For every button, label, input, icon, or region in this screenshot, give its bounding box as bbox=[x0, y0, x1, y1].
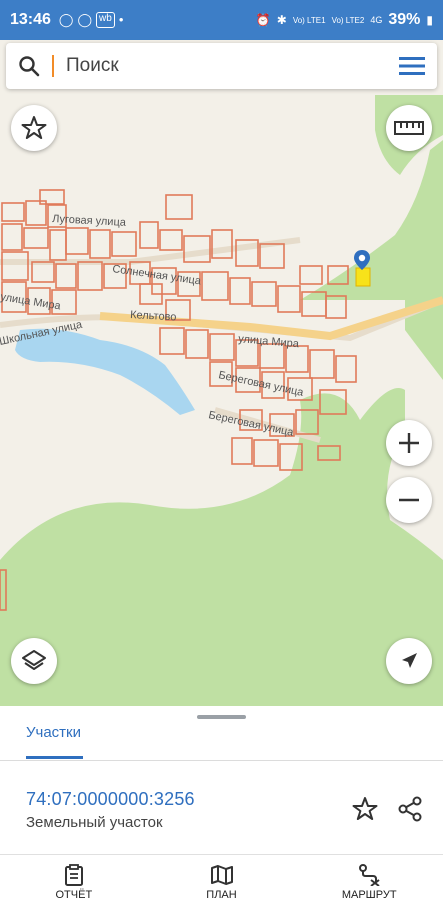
share-button[interactable] bbox=[395, 794, 425, 824]
nav-plan-label: ПЛАН bbox=[206, 889, 237, 901]
status-time: 13:46 bbox=[10, 11, 51, 28]
network-label-1: Vo) LTE1 bbox=[292, 15, 326, 25]
route-icon bbox=[359, 864, 380, 886]
search-input[interactable] bbox=[52, 55, 387, 77]
wb-icon: wb bbox=[96, 12, 115, 28]
search-icon[interactable] bbox=[6, 55, 52, 77]
notification-icons: ◯ ◯ wb • bbox=[59, 12, 123, 28]
whatsapp-icon: ◯ bbox=[77, 12, 93, 27]
divider bbox=[0, 760, 443, 761]
zoom-out-button[interactable] bbox=[386, 477, 432, 523]
village-label: Кельтово bbox=[130, 309, 177, 323]
nav-plan[interactable]: ПЛАН bbox=[148, 855, 296, 910]
tab-parcels[interactable]: Участки bbox=[26, 724, 81, 741]
network-label-3: 4G bbox=[370, 15, 383, 25]
navigation-arrow-icon bbox=[402, 653, 417, 668]
zoom-in-button[interactable] bbox=[386, 420, 432, 466]
map-icon bbox=[210, 865, 233, 885]
report-icon bbox=[64, 864, 83, 886]
nav-route-label: МАРШРУТ bbox=[341, 889, 397, 901]
sheet-drag-handle[interactable] bbox=[197, 715, 246, 719]
nav-report-label: ОТЧЁТ bbox=[55, 889, 93, 901]
minus-icon bbox=[399, 498, 419, 502]
cadastral-number[interactable]: 74:07:0000000:3256 bbox=[26, 789, 195, 810]
favorite-parcel-button[interactable] bbox=[350, 794, 380, 824]
star-icon bbox=[352, 797, 378, 820]
network-label-2: Vo) LTE2 bbox=[331, 15, 365, 25]
share-icon bbox=[398, 796, 422, 822]
nav-report[interactable]: ОТЧЁТ bbox=[0, 855, 148, 910]
search-bar bbox=[6, 43, 437, 89]
tab-underline bbox=[26, 756, 83, 759]
status-right: ⏰ ✱ Vo) LTE1 Vo) LTE2 4G 39% ▮ bbox=[256, 11, 433, 29]
ruler-button[interactable] bbox=[386, 105, 432, 151]
selected-parcel[interactable] bbox=[355, 267, 371, 287]
alarm-icon: ⏰ bbox=[255, 13, 271, 27]
ruler-icon bbox=[394, 121, 424, 135]
battery-level: 39% bbox=[388, 11, 421, 28]
whatsapp-icon: ◯ bbox=[58, 12, 74, 27]
favorite-button[interactable] bbox=[11, 105, 57, 151]
star-icon bbox=[21, 116, 47, 139]
my-location-button[interactable] bbox=[386, 638, 432, 684]
parcel-type: Земельный участок bbox=[26, 814, 163, 831]
layers-icon bbox=[22, 650, 46, 670]
battery-icon: ▮ bbox=[426, 13, 433, 27]
status-bar: 13:46 ◯ ◯ wb • ⏰ ✱ Vo) LTE1 Vo) LTE2 4G … bbox=[0, 0, 443, 40]
menu-icon[interactable] bbox=[387, 55, 437, 77]
dot: • bbox=[118, 12, 124, 27]
bottom-nav: ОТЧЁТ ПЛАН МАРШРУТ bbox=[0, 855, 443, 910]
map-view[interactable]: Луговая улица Солнечная улица улица Мира… bbox=[0, 90, 443, 706]
bluetooth-icon: ✱ bbox=[276, 13, 287, 27]
layers-button[interactable] bbox=[11, 638, 57, 684]
plus-icon bbox=[399, 433, 419, 453]
nav-route[interactable]: МАРШРУТ bbox=[295, 855, 443, 910]
map-canvas[interactable]: Луговая улица Солнечная улица улица Мира… bbox=[0, 90, 443, 706]
